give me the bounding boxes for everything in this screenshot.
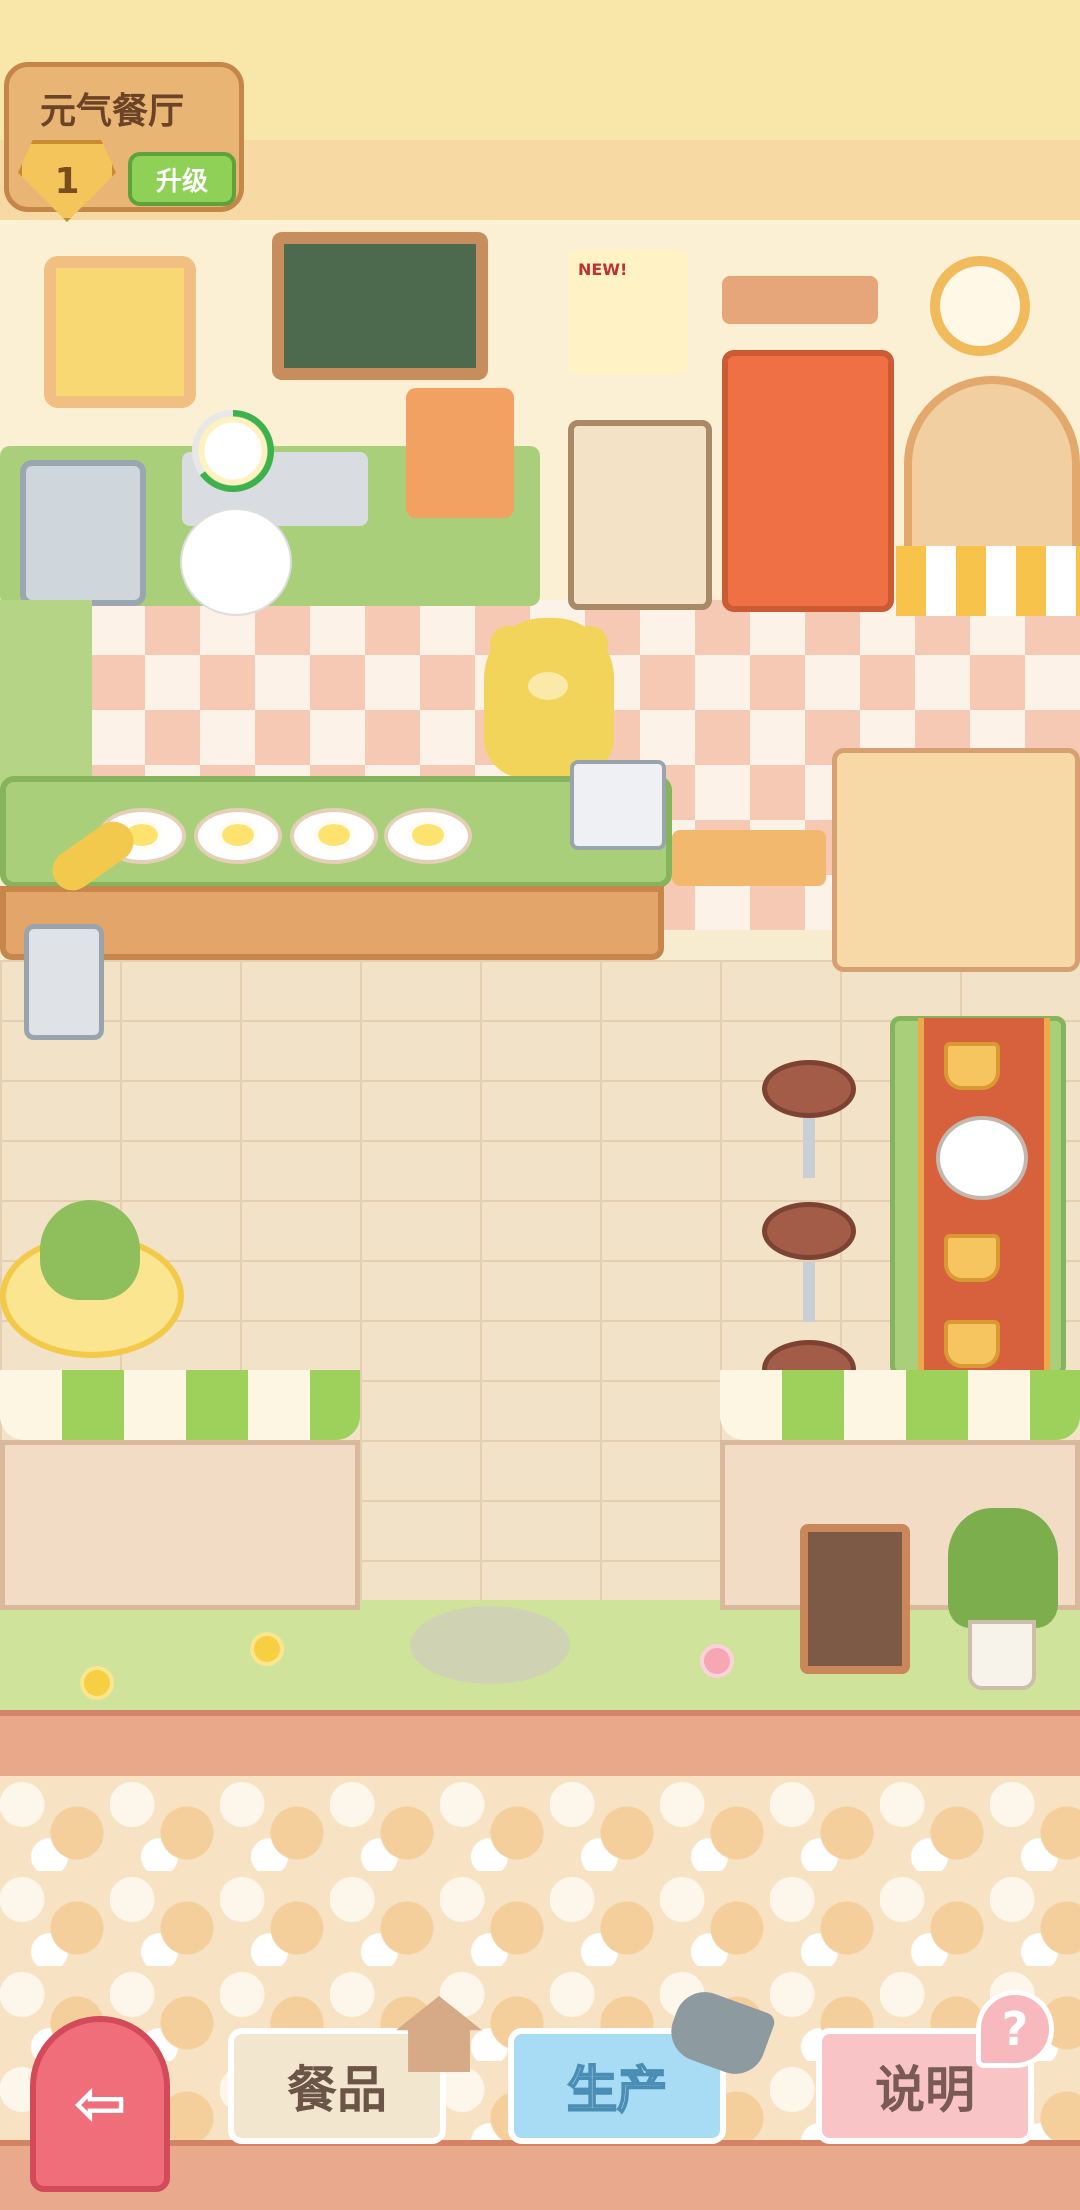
food-display-case[interactable] [832,748,1080,972]
pudding-dish[interactable] [944,1042,1000,1090]
right-awning [720,1370,1080,1440]
clock-icon [930,256,1030,356]
window [44,256,196,408]
left-storefront [0,1440,360,1610]
stool-leg [803,1262,815,1322]
wall-shelf [722,276,878,324]
oven[interactable] [568,420,712,610]
fridge[interactable] [722,350,894,612]
restaurant-name: 元气餐厅 [40,91,185,132]
left-awning [0,1370,360,1440]
bear-face [528,672,568,700]
exit-arrow-icon: ⇦ [73,2067,127,2141]
potted-plant [40,1200,140,1300]
exit-button[interactable]: ⇦ [30,2016,170,2192]
pudding-dish[interactable] [944,1234,1000,1282]
fried-egg-plate[interactable] [290,808,378,864]
trash-bin[interactable] [24,924,104,1040]
poster-new-label: NEW! [578,260,628,279]
brick-border [0,1710,1080,1782]
upgrade-button[interactable]: 升级 [128,152,236,206]
cooking-progress-bubble [192,410,274,492]
outdoor-plant [948,1508,1058,1628]
dessert-bowl[interactable] [936,1116,1028,1200]
chef-blob-character[interactable] [180,508,292,616]
flower-icon [254,1636,280,1662]
cash-register[interactable] [570,760,666,850]
stool-leg [803,1118,815,1178]
menu-chalkboard [272,232,488,380]
menu-sign-board [800,1524,910,1674]
plant-pot [968,1620,1036,1690]
fried-egg-plate[interactable] [384,808,472,864]
door-awning [896,546,1080,616]
pudding-dish[interactable] [944,1320,1000,1368]
help-label: 说明 [875,2061,975,2119]
flower-icon [84,1670,110,1696]
coffee-machine[interactable] [406,388,514,518]
stepping-stone [410,1606,570,1684]
bar-stool[interactable] [762,1202,856,1260]
question-bubble-icon: ? [976,1990,1054,2068]
wooden-bench [672,830,826,886]
fried-egg-plate[interactable] [194,808,282,864]
meals-label: 餐品 [287,2061,387,2119]
production-label: 生产 [566,2060,668,2120]
bar-stool[interactable] [762,1060,856,1118]
flower-icon [704,1648,730,1674]
sink [20,460,146,606]
